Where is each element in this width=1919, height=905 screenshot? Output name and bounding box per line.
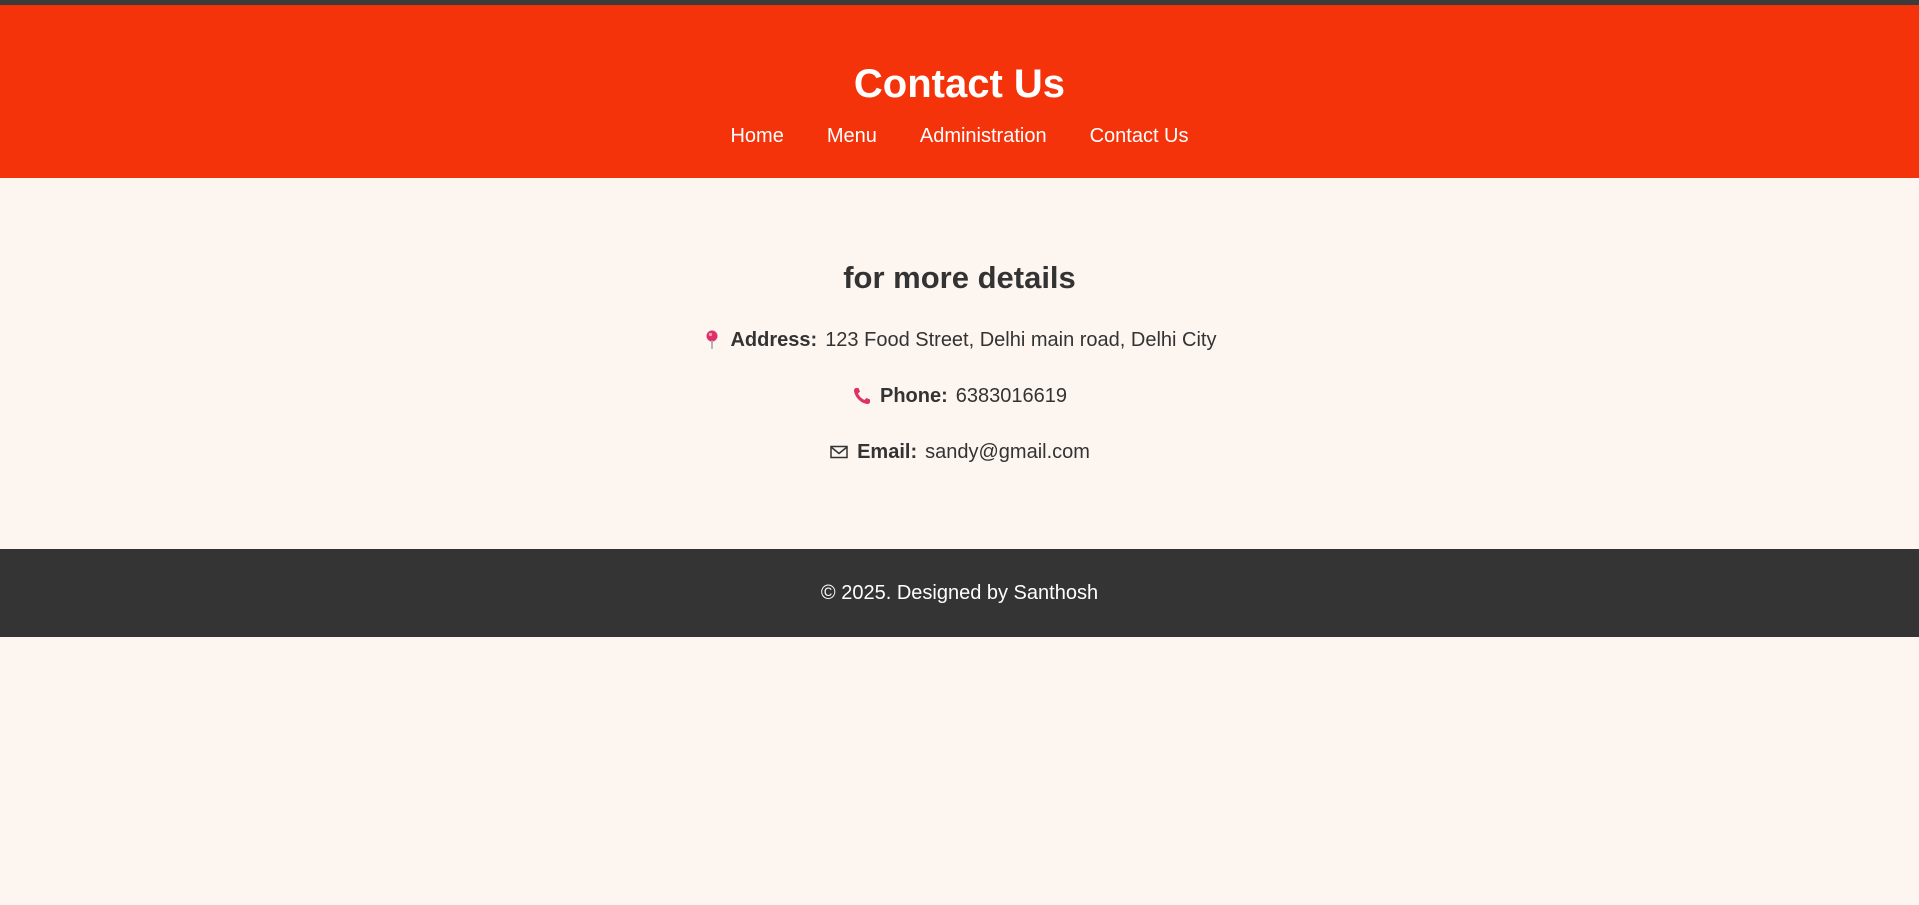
footer-copyright: © 2025. Designed by Santhosh	[820, 581, 1099, 604]
nav-link-administration[interactable]: Administration	[920, 124, 1047, 148]
main-nav: Home Menu Administration Contact Us	[0, 124, 1919, 148]
page-title: Contact Us	[853, 62, 1066, 106]
address-label: Address:	[730, 329, 818, 351]
phone-line: Phone: 6383016619	[0, 384, 1919, 408]
phone-icon	[852, 385, 872, 407]
phone-value: 6383016619	[955, 385, 1067, 407]
email-value: sandy@gmail.com	[925, 441, 1090, 463]
phone-label: Phone:	[879, 385, 948, 407]
nav-link-menu[interactable]: Menu	[827, 124, 877, 148]
email-label: Email:	[857, 441, 918, 463]
nav-link-contact-us[interactable]: Contact Us	[1090, 124, 1189, 148]
section-heading: for more details	[843, 260, 1076, 295]
nav-link-home[interactable]: Home	[730, 124, 783, 148]
email-line: Email: sandy@gmail.com	[0, 440, 1919, 464]
address-value: 123 Food Street, Delhi main road, Delhi …	[825, 329, 1217, 351]
envelope-icon	[829, 441, 849, 463]
address-line: Address: 123 Food Street, Delhi main roa…	[0, 328, 1919, 352]
site-footer: © 2025. Designed by Santhosh	[0, 549, 1919, 637]
site-header: Contact Us Home Menu Administration Cont…	[0, 5, 1919, 178]
contact-section: for more details Address: 123 Food Stree…	[0, 178, 1919, 549]
map-pin-icon	[702, 329, 722, 351]
